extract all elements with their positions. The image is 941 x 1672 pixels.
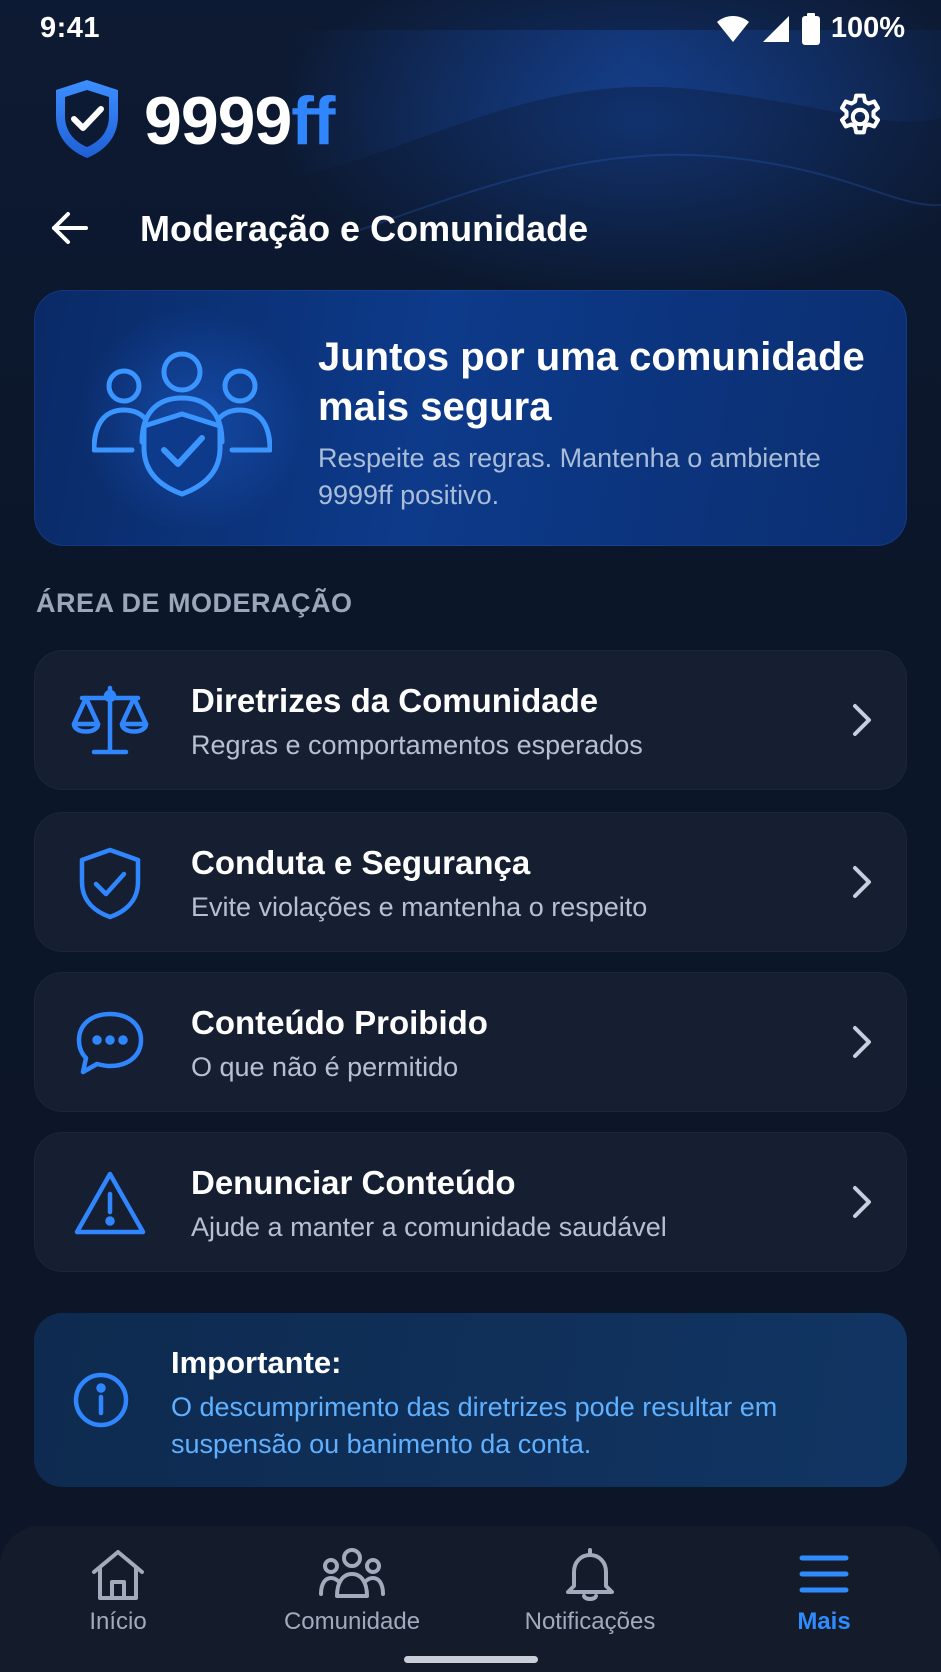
nav-item-community[interactable]: Comunidade <box>252 1546 452 1646</box>
section-label: ÁREA DE MODERAÇÃO <box>36 588 353 618</box>
settings-button[interactable] <box>831 88 889 146</box>
status-bar: 9:41 100% <box>0 0 941 56</box>
title-row: Moderação e Comunidade <box>48 200 893 260</box>
nav-label: Início <box>89 1608 147 1635</box>
list-item-prohibited-content[interactable]: Conteúdo Proibido O que não é permitido <box>34 972 907 1112</box>
item-title: Denunciar Conteúdo <box>191 1164 516 1201</box>
people-icon <box>319 1548 385 1598</box>
hero-banner: Juntos por uma comunidade mais segura Re… <box>34 290 907 546</box>
chevron-right-icon <box>853 1026 871 1058</box>
item-title: Diretrizes da Comunidade <box>191 682 599 719</box>
back-arrow-icon[interactable] <box>48 206 92 250</box>
item-subtitle: O que não é permitido <box>191 1052 459 1082</box>
chevron-right-icon <box>853 866 871 898</box>
list-item-conduct-safety[interactable]: Conduta e Segurança Evite violações e ma… <box>34 812 907 952</box>
item-subtitle: Regras e comportamentos esperados <box>191 730 643 760</box>
home-indicator <box>404 1656 538 1663</box>
bottom-nav: Início Comunidade Notificações Mais <box>0 1526 941 1672</box>
list-item-community-guidelines[interactable]: Diretrizes da Comunidade Regras e compor… <box>34 650 907 790</box>
brand-main: 9999 <box>144 83 292 159</box>
status-icons: 100% <box>715 12 905 45</box>
menu-icon <box>799 1555 849 1593</box>
brand-logotype: 9999ff <box>144 80 336 162</box>
chat-bubble-icon <box>76 1011 144 1075</box>
app-screen: 9:41 100% 9999ff Moderação e Comunidade … <box>0 0 941 1672</box>
important-notice: Importante: O descumprimento das diretri… <box>34 1313 907 1487</box>
notice-title: Importante: <box>171 1345 342 1380</box>
battery-icon <box>801 12 820 45</box>
chevron-right-icon <box>853 704 871 736</box>
scale-icon <box>71 685 149 755</box>
nav-item-notifications[interactable]: Notificações <box>490 1546 690 1646</box>
item-icon-wrap <box>70 684 150 758</box>
item-subtitle: Ajude a manter a comunidade saudável <box>191 1212 667 1242</box>
hero-title: Juntos por uma comunidade mais segura <box>318 335 865 429</box>
brand-accent: ff <box>291 83 335 159</box>
battery-percentage: 100% <box>830 12 905 44</box>
nav-item-home[interactable]: Início <box>18 1546 218 1646</box>
app-header: 9999ff <box>52 78 889 164</box>
chevron-right-icon <box>853 1186 871 1218</box>
logo-shield-icon <box>56 80 118 158</box>
wifi-icon <box>716 15 749 42</box>
item-title: Conteúdo Proibido <box>191 1004 488 1041</box>
nav-label: Notificações <box>524 1608 656 1635</box>
page-title: Moderação e Comunidade <box>140 208 589 249</box>
community-shield-icon <box>92 351 272 497</box>
item-icon-wrap <box>70 846 150 920</box>
bell-icon <box>566 1548 614 1601</box>
nav-label: Mais <box>797 1608 851 1635</box>
list-item-report-content[interactable]: Denunciar Conteúdo Ajude a manter a comu… <box>34 1132 907 1272</box>
notice-text: O descumprimento das diretrizes pode res… <box>171 1392 778 1459</box>
home-icon <box>92 1550 144 1600</box>
item-icon-wrap <box>70 1166 150 1240</box>
hero-subtitle: Respeite as regras. Mantenha o ambiente … <box>318 443 821 510</box>
signal-icon <box>762 15 789 42</box>
item-icon-wrap <box>70 1006 150 1080</box>
warning-icon <box>74 1171 146 1235</box>
item-title: Conduta e Segurança <box>191 844 531 881</box>
status-time: 9:41 <box>40 12 101 44</box>
shield-check-icon <box>79 847 141 920</box>
info-icon <box>73 1372 129 1428</box>
nav-item-more[interactable]: Mais <box>724 1546 924 1646</box>
item-subtitle: Evite violações e mantenha o respeito <box>191 892 648 922</box>
nav-label: Comunidade <box>283 1608 421 1635</box>
gear-icon <box>839 93 881 135</box>
